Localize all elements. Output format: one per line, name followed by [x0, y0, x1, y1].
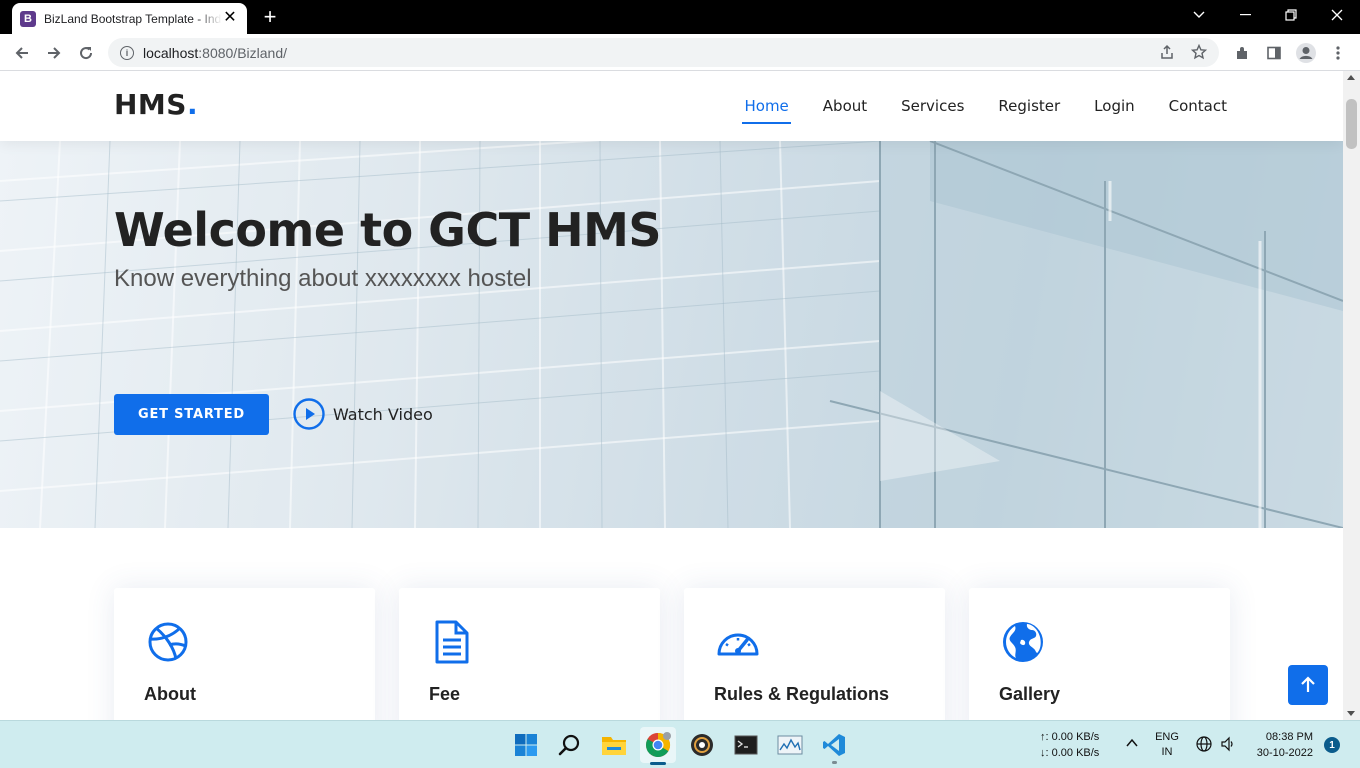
upload-speed: ↑: 0.00 KB/s: [1040, 731, 1100, 743]
globe-icon: [1003, 622, 1043, 662]
tab-title: BizLand Bootstrap Template - Index: [44, 11, 222, 26]
region-code: IN: [1161, 746, 1173, 758]
share-icon[interactable]: [1159, 44, 1175, 65]
clock-time: 08:38 PM: [1265, 731, 1313, 743]
language-code: ENG: [1155, 731, 1179, 743]
volume-icon[interactable]: [1220, 736, 1236, 757]
watch-video-link[interactable]: Watch Video: [293, 398, 433, 430]
page-viewport: HMS. Home About Services Register Login …: [0, 71, 1343, 720]
tab-close-icon[interactable]: ✕: [221, 9, 239, 27]
network-speed-meter: ↑: 0.00 KB/s ↓: 0.00 KB/s: [1040, 729, 1099, 761]
card-title: Fee: [429, 684, 461, 704]
hero-title: Welcome to GCT HMS: [114, 203, 662, 257]
play-icon: [293, 398, 325, 430]
nav-home[interactable]: Home: [742, 91, 792, 124]
nav-register[interactable]: Register: [998, 91, 1060, 121]
service-card-gallery[interactable]: Gallery: [969, 588, 1230, 720]
side-panel-icon[interactable]: [1259, 38, 1289, 68]
nav-contact[interactable]: Contact: [1169, 91, 1227, 121]
watch-video-label: Watch Video: [333, 404, 433, 424]
chevron-up-icon[interactable]: [1124, 735, 1140, 751]
glass-building-background: [0, 141, 1343, 528]
minimize-button[interactable]: [1222, 0, 1268, 30]
scroll-down-arrow-icon[interactable]: [1347, 711, 1355, 716]
media-player-icon[interactable]: [684, 727, 720, 763]
nav-services[interactable]: Services: [901, 91, 964, 121]
speedometer-icon: [717, 633, 759, 656]
bookmark-star-icon[interactable]: [1190, 43, 1208, 65]
service-card-about[interactable]: About: [114, 588, 375, 720]
active-app-indicator: [650, 762, 666, 765]
browser-toolbar: i localhost:8080/Bizland/: [0, 34, 1360, 71]
nav-login[interactable]: Login: [1094, 91, 1134, 121]
page-scrollbar[interactable]: [1343, 71, 1360, 720]
bootstrap-favicon-icon: B: [20, 10, 36, 27]
browser-titlebar: B BizLand Bootstrap Template - Index ✕ +: [0, 0, 1360, 34]
vscode-icon[interactable]: [816, 727, 852, 764]
site-logo[interactable]: HMS.: [114, 88, 198, 121]
hero-section: Welcome to GCT HMS Know everything about…: [0, 141, 1343, 528]
profile-avatar-icon[interactable]: [1291, 38, 1321, 68]
windows-start-icon[interactable]: [508, 727, 544, 763]
nav-about[interactable]: About: [823, 91, 867, 121]
get-started-button[interactable]: GET STARTED: [114, 394, 269, 435]
browser-tab[interactable]: B BizLand Bootstrap Template - Index ✕: [12, 3, 247, 34]
download-speed: ↓: 0.00 KB/s: [1040, 747, 1100, 759]
card-title: About: [144, 684, 196, 704]
site-info-icon[interactable]: i: [120, 45, 134, 60]
clock-date: 30-10-2022: [1256, 747, 1313, 759]
logo-text: HMS: [114, 88, 187, 121]
service-card-fee[interactable]: Fee: [399, 588, 660, 720]
menu-kebab-icon[interactable]: [1323, 38, 1353, 68]
back-to-top-button[interactable]: [1288, 665, 1328, 705]
windows-taskbar: ↑: 0.00 KB/s ↓: 0.00 KB/s ENG IN 08:38 P…: [0, 720, 1360, 768]
notification-badge[interactable]: 1: [1324, 737, 1340, 753]
terminal-icon[interactable]: [728, 727, 764, 763]
document-icon: [435, 620, 469, 664]
main-nav: Home About Services Register Login Conta…: [710, 71, 1227, 141]
task-manager-icon[interactable]: [772, 727, 808, 763]
system-clock[interactable]: 08:38 PM 30-10-2022: [1250, 729, 1313, 761]
search-icon[interactable]: [552, 727, 588, 763]
card-title: Gallery: [999, 684, 1061, 704]
forward-button[interactable]: [39, 38, 69, 68]
tab-search-icon[interactable]: [1176, 0, 1222, 30]
card-title: Rules & Regulations: [714, 684, 890, 704]
new-tab-button[interactable]: +: [258, 5, 282, 29]
extensions-icon[interactable]: [1227, 38, 1257, 68]
chrome-icon[interactable]: [640, 727, 676, 765]
language-indicator[interactable]: ENG IN: [1154, 730, 1180, 760]
dribbble-icon: [148, 622, 188, 662]
hero-subtitle: Know everything about xxxxxxxx hostel: [114, 265, 532, 292]
back-button[interactable]: [7, 38, 37, 68]
url-host: localhost: [143, 44, 199, 61]
url-text[interactable]: localhost:8080/Bizland/: [143, 45, 287, 61]
file-explorer-icon[interactable]: [596, 727, 632, 763]
scroll-up-arrow-icon[interactable]: [1347, 75, 1355, 80]
reload-button[interactable]: [71, 38, 101, 68]
open-app-indicator: [832, 761, 837, 764]
site-header: HMS. Home About Services Register Login …: [0, 71, 1343, 141]
url-path: :8080/Bizland/: [198, 44, 287, 61]
network-globe-icon[interactable]: [1196, 736, 1212, 757]
close-window-button[interactable]: [1314, 0, 1360, 30]
address-bar[interactable]: i localhost:8080/Bizland/: [108, 38, 1219, 67]
scroll-thumb[interactable]: [1346, 99, 1357, 149]
logo-dot: .: [186, 88, 199, 121]
arrow-up-icon: [1301, 676, 1315, 692]
restore-button[interactable]: [1268, 0, 1314, 30]
service-card-rules[interactable]: Rules & Regulations: [684, 588, 945, 720]
